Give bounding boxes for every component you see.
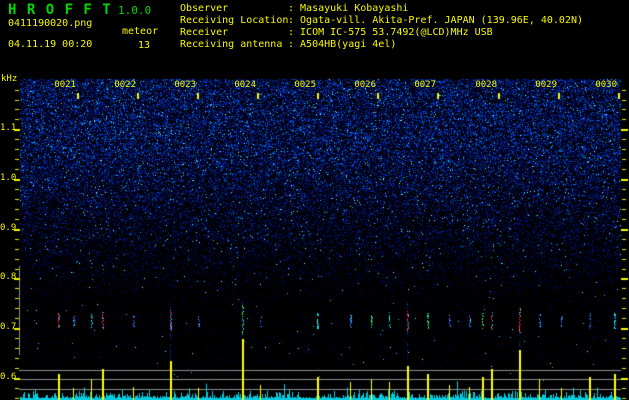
frequency-unit-label: kHz	[1, 74, 18, 84]
info-label: Receiving Location	[180, 15, 289, 26]
info-value: : A504HB(yagi 4el)	[288, 39, 397, 50]
time-tick-label: 0028	[475, 80, 497, 90]
echo-count: 13	[138, 40, 151, 51]
time-tick-label: 0030	[595, 80, 617, 90]
datetime-label: 04.11.19 00:20	[8, 39, 93, 50]
spectrogram-canvas	[0, 0, 629, 400]
output-filename: 0411190020.png	[8, 18, 93, 29]
freq-tick-label: 0.8	[0, 272, 17, 282]
info-row: Receiving antenna : A504HB(yagi 4el)	[180, 40, 583, 52]
time-tick-label: 0021	[54, 80, 76, 90]
time-tick-label: 0025	[294, 80, 316, 90]
info-value: : ICOM IC-575 53.7492(@LCD)MHz USB	[288, 27, 493, 38]
app-title: H R O F F T	[8, 2, 112, 18]
freq-tick-label: 0.7	[0, 322, 17, 332]
freq-tick-label: 0.6	[0, 372, 17, 382]
time-tick-label: 0027	[414, 80, 436, 90]
time-tick-label: 0023	[174, 80, 196, 90]
info-label: Receiver	[180, 27, 229, 38]
station-info-block: Observer : Masayuki Kobayashi Receiving Lo…	[180, 4, 583, 52]
freq-tick-label: 1.0	[0, 173, 17, 183]
info-value: : Ogata-vill. Akita-Pref. JAPAN (139.96E…	[288, 15, 584, 26]
freq-tick-label: 0.9	[0, 223, 17, 233]
time-tick-label: 0024	[234, 80, 256, 90]
info-label: Observer	[180, 3, 229, 14]
mode-label: meteor	[122, 26, 159, 37]
info-value: : Masayuki Kobayashi	[288, 3, 409, 14]
info-label: Receiving antenna	[180, 39, 283, 50]
freq-tick-label: 1.1	[0, 123, 17, 133]
app-version: 1.0.0	[118, 4, 152, 17]
hrofft-window: H R O F F T 1.0.0 0411190020.png meteor …	[0, 0, 629, 400]
time-tick-label: 0022	[114, 80, 136, 90]
time-tick-label: 0026	[354, 80, 376, 90]
time-tick-label: 0029	[535, 80, 557, 90]
